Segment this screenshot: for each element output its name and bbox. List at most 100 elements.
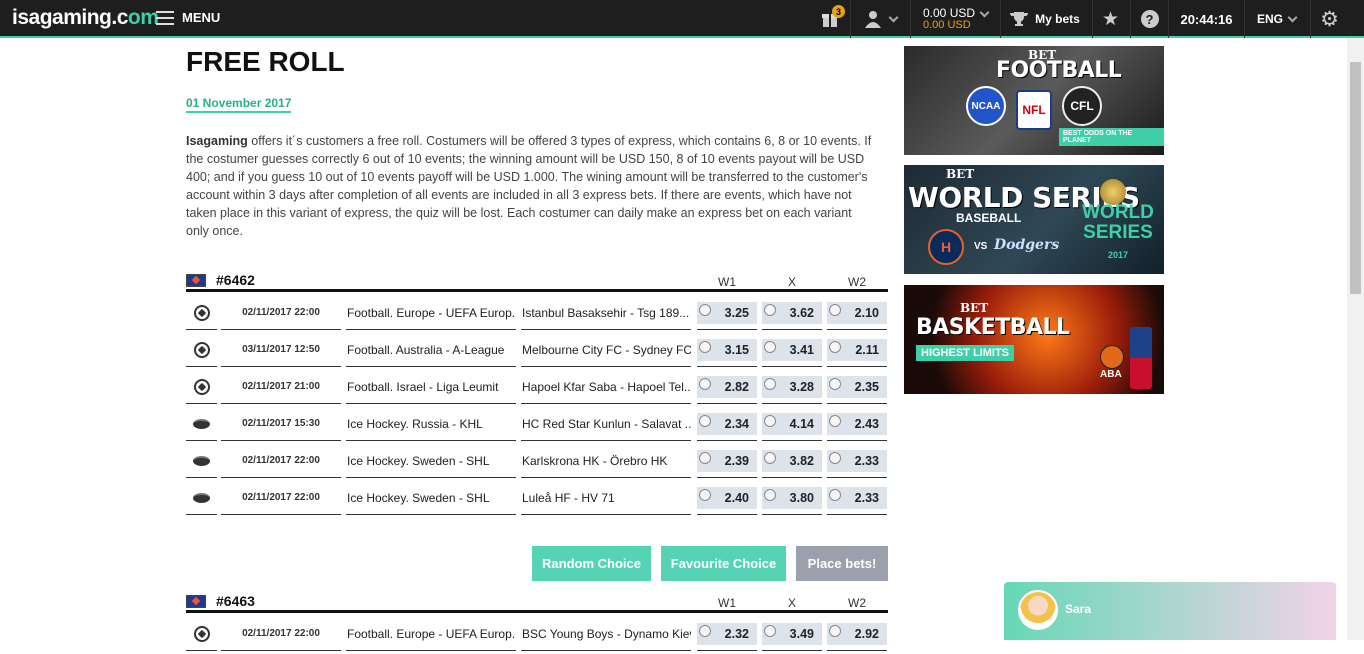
banner-bet-basketball[interactable]: BET BASKETBALL HIGHEST LIMITS ABA — [904, 285, 1164, 394]
banner-tagline: BEST ODDS ON THE PLANET — [1059, 128, 1164, 146]
table-row: 02/11/2017 22:00 Ice Hockey. Sweden - SHL… — [186, 444, 888, 481]
event-league: Ice Hockey. Sweden - SHL — [346, 481, 516, 515]
odd-option-x[interactable]: 3.49 — [762, 622, 822, 645]
radio-button[interactable] — [764, 451, 776, 464]
radio-button[interactable] — [829, 340, 841, 353]
favourite-choice-button[interactable]: Favourite Choice — [661, 546, 786, 581]
top-bar: isagaming.com MENU 3 0.00 USD 0.00 USD M… — [0, 0, 1364, 38]
radio-button[interactable] — [764, 414, 776, 427]
odd-value: 3.25 — [724, 305, 749, 320]
my-bets-button[interactable]: My bets — [1000, 0, 1088, 38]
help-button[interactable]: ? — [1130, 0, 1168, 38]
radio-button[interactable] — [699, 624, 711, 637]
odd-cell-x: 4.14 — [762, 407, 822, 441]
radio-button[interactable] — [829, 451, 841, 464]
odd-value: 3.49 — [789, 626, 814, 641]
radio-button[interactable] — [764, 488, 776, 501]
radio-button[interactable] — [699, 414, 711, 427]
radio-button[interactable] — [699, 488, 711, 501]
radio-button[interactable] — [829, 624, 841, 637]
odd-option-w1[interactable]: 2.40 — [697, 486, 757, 509]
odd-option-w1[interactable]: 3.15 — [697, 338, 757, 361]
odd-option-w1[interactable]: 2.82 — [697, 375, 757, 398]
event-match: BSC Young Boys - Dynamo Kiev — [521, 617, 691, 651]
settings-button[interactable]: ⚙ — [1310, 0, 1348, 38]
odd-value: 2.34 — [724, 416, 749, 431]
odd-option-x[interactable]: 3.41 — [762, 338, 822, 361]
radio-button[interactable] — [829, 377, 841, 390]
gift-button[interactable]: 3 — [812, 0, 848, 38]
radio-button[interactable] — [764, 624, 776, 637]
odd-option-w1[interactable]: 2.34 — [697, 412, 757, 435]
balance-main: 0.00 USD — [923, 6, 976, 20]
odd-cell-x: 3.28 — [762, 370, 822, 404]
radio-button[interactable] — [699, 340, 711, 353]
hockey-puck-icon — [193, 455, 210, 466]
balance-dropdown[interactable]: 0.00 USD 0.00 USD — [910, 0, 996, 38]
event-time: 03/11/2017 12:50 — [221, 333, 341, 367]
col-w1: W1 — [718, 275, 736, 289]
language-selector[interactable]: ENG — [1244, 0, 1308, 38]
odd-option-x[interactable]: 4.14 — [762, 412, 822, 435]
favourites-button[interactable]: ★ — [1092, 0, 1128, 38]
page-scrollbar[interactable] — [1347, 38, 1364, 640]
table-row: 02/11/2017 22:00 Ice Hockey. Sweden - SHL… — [186, 481, 888, 518]
flag-icon — [186, 595, 206, 608]
odd-option-x[interactable]: 3.28 — [762, 375, 822, 398]
radio-button[interactable] — [699, 303, 711, 316]
odd-option-w2[interactable]: 2.43 — [827, 412, 887, 435]
user-icon — [865, 11, 881, 28]
banner-bet-football[interactable]: BET FOOTBALL NCAA NFL CFL BEST ODDS ON T… — [904, 46, 1164, 155]
odd-option-x[interactable]: 3.82 — [762, 449, 822, 472]
odd-option-w2[interactable]: 2.10 — [827, 301, 887, 324]
random-choice-button[interactable]: Random Choice — [532, 546, 651, 581]
brand-name: Isagaming — [186, 134, 248, 148]
odd-option-x[interactable]: 3.62 — [762, 301, 822, 324]
banner-subtitle: BASEBALL — [956, 211, 1022, 225]
cfl-logo: CFL — [1062, 86, 1102, 126]
page-title: FREE ROLL — [186, 46, 345, 77]
event-match: Melbourne City FC - Sydney FC — [521, 333, 691, 367]
promo-description: Isagaming offers it´s customers a free r… — [186, 132, 876, 240]
event-time: 02/11/2017 22:00 — [221, 481, 341, 515]
odd-value: 2.33 — [854, 453, 879, 468]
radio-button[interactable] — [764, 377, 776, 390]
radio-button[interactable] — [829, 414, 841, 427]
odd-value: 2.32 — [724, 626, 749, 641]
radio-button[interactable] — [699, 377, 711, 390]
football-icon — [193, 304, 210, 321]
odd-option-w2[interactable]: 2.33 — [827, 449, 887, 472]
odd-option-w1[interactable]: 2.32 — [697, 622, 757, 645]
express-table: #6463 W1 X W2 02/11/2017 22:00 Football. … — [186, 591, 888, 654]
radio-button[interactable] — [764, 340, 776, 353]
odd-option-w1[interactable]: 3.25 — [697, 301, 757, 324]
odd-option-w2[interactable]: 2.33 — [827, 486, 887, 509]
odd-option-w2[interactable]: 2.11 — [827, 338, 887, 361]
banner-bet-world-series[interactable]: BET WORLD SERIES BASEBALL H VS Dodgers W… — [904, 165, 1164, 274]
event-league: Football. Europe - UEFA Europ... — [346, 296, 516, 330]
radio-button[interactable] — [829, 488, 841, 501]
football-icon — [193, 378, 210, 395]
clock: 20:44:16 — [1168, 0, 1244, 38]
radio-button[interactable] — [829, 303, 841, 316]
sport-cell — [186, 333, 217, 367]
odd-option-w1[interactable]: 2.39 — [697, 449, 757, 472]
radio-button[interactable] — [699, 451, 711, 464]
odd-option-w2[interactable]: 2.92 — [827, 622, 887, 645]
menu-button[interactable]: MENU — [156, 10, 220, 25]
user-menu[interactable] — [850, 0, 910, 38]
odd-cell-x: 3.80 — [762, 481, 822, 515]
star-icon: ★ — [1101, 8, 1120, 30]
scrollbar-thumb[interactable] — [1350, 62, 1361, 294]
odd-cell-w2: 2.43 — [827, 407, 887, 441]
odd-option-w2[interactable]: 2.35 — [827, 375, 887, 398]
col-w1: W1 — [718, 596, 736, 610]
event-match: Luleå HF - HV 71 — [521, 481, 691, 515]
place-bets-button[interactable]: Place bets! — [796, 546, 888, 581]
chat-widget[interactable]: Sara — [1004, 582, 1336, 640]
site-logo[interactable]: isagaming.com — [12, 6, 159, 30]
event-match: Istanbul Basaksehir - Tsg 189... — [521, 296, 691, 330]
odd-option-x[interactable]: 3.80 — [762, 486, 822, 509]
ncaa-logo: NCAA — [966, 86, 1006, 126]
radio-button[interactable] — [764, 303, 776, 316]
